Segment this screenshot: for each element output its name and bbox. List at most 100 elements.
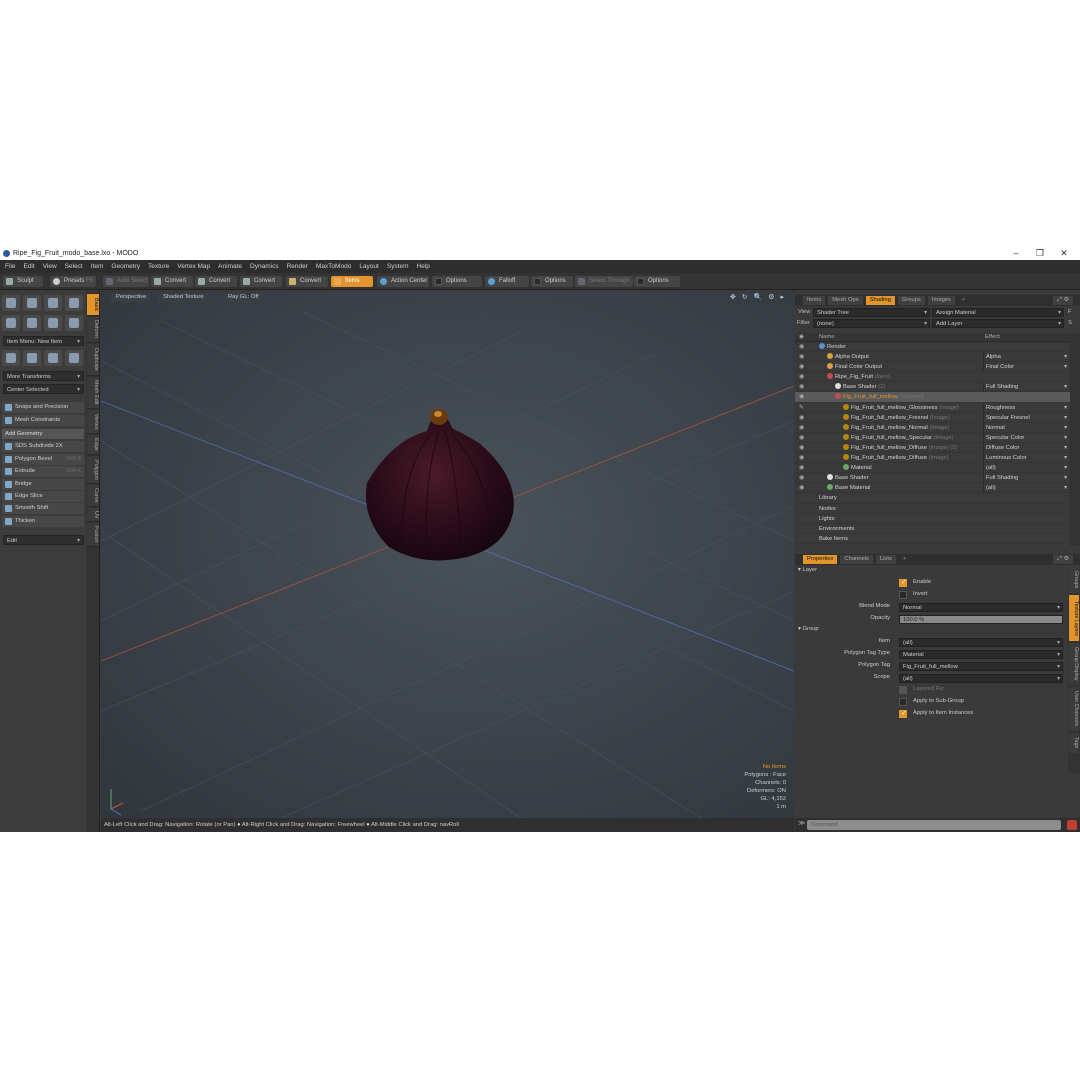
auto-select-button[interactable]: Auto Select	[103, 276, 149, 287]
menu-system[interactable]: System	[387, 263, 409, 270]
tab-mesh-edit[interactable]: Mesh Edit	[87, 377, 99, 409]
mesh-constraints-button[interactable]: Mesh Constraints	[2, 415, 84, 426]
tab-group-display[interactable]: Group Display	[1069, 643, 1079, 685]
tab-duplicate[interactable]: Duplicate	[87, 344, 99, 376]
tab-channels[interactable]: Channels	[840, 555, 873, 564]
visibility-eye-icon[interactable]: ◉	[799, 342, 804, 352]
maximize-button[interactable]: ❐	[1028, 246, 1052, 260]
enable-checkbox[interactable]	[899, 578, 907, 587]
shader-tree-row[interactable]: ◉ Base Shader (2) Full Shading	[795, 382, 1070, 393]
sculpt-button[interactable]: Sculpt	[3, 276, 43, 287]
action-center-button[interactable]: Action Center	[377, 276, 429, 287]
perspective-button[interactable]: Perspective	[111, 293, 152, 302]
add-tab-button[interactable]: +	[958, 296, 969, 305]
visibility-eye-icon[interactable]: ◉	[799, 433, 804, 443]
shader-tree-row[interactable]: ◉ Base Material (all)	[795, 483, 1070, 494]
tab-tags[interactable]: Tags	[1069, 733, 1079, 753]
scale-icon[interactable]	[44, 350, 62, 366]
apply-instances-checkbox[interactable]	[899, 709, 907, 718]
shader-tree-row[interactable]: ◉ Fig_Fruit_full_mellow_Normal (Image) Nor…	[795, 422, 1070, 433]
cube-icon[interactable]	[2, 295, 20, 311]
move-icon[interactable]	[2, 350, 20, 366]
tab-deform[interactable]: Deform	[87, 317, 99, 343]
visibility-eye-icon[interactable]: ◉	[799, 463, 804, 473]
add-tab-button[interactable]: +	[899, 555, 910, 564]
item-menu-dropdown[interactable]: Item Menu: New Item	[3, 336, 84, 347]
tool-thicken[interactable]: Thicken	[2, 516, 84, 527]
layer-effect[interactable]: Luminous Color	[983, 453, 1069, 464]
menu-dynamics[interactable]: Dynamics	[250, 263, 279, 270]
cone-icon[interactable]	[65, 295, 83, 311]
visibility-eye-icon[interactable]: ◉	[799, 423, 804, 433]
scope-dropdown[interactable]: (all)	[899, 674, 1063, 683]
tab-uv[interactable]: UV	[87, 508, 99, 522]
tab-basic[interactable]: Basic	[87, 294, 99, 316]
menu-texture[interactable]: Texture	[148, 263, 169, 270]
tab-shading[interactable]: Shading	[865, 296, 895, 305]
3d-viewport[interactable]: Perspective Shaded Texture Ray GL: Off ✥…	[101, 291, 794, 818]
visibility-eye-icon[interactable]: ◉	[799, 382, 804, 392]
options-button-3[interactable]: Options	[634, 276, 680, 287]
layer-effect[interactable]: Roughness	[983, 402, 1069, 413]
tab-texture-layers[interactable]: Texture Layers	[1069, 595, 1079, 641]
menu-select[interactable]: Select	[65, 263, 83, 270]
options-button-1[interactable]: Options	[432, 276, 482, 287]
sphere-icon[interactable]	[23, 295, 41, 311]
viewport-nav-icons[interactable]: ✥ ↻ 🔍 ⚙ ▸	[730, 293, 786, 301]
group-section-header[interactable]: ▾ Group	[798, 626, 819, 632]
layer-section-header[interactable]: ▾ Layer	[798, 567, 817, 573]
tab-vertex[interactable]: Vertex	[87, 410, 99, 434]
shader-tree-row[interactable]: ◉ Ripe_Fig_Fruit (Item)	[795, 372, 1070, 383]
shader-tree-row[interactable]: Environments	[795, 524, 1070, 534]
snaps-precision-button[interactable]: Snaps and Precision	[2, 402, 84, 413]
wedge-icon[interactable]	[44, 315, 62, 331]
visibility-eye-icon[interactable]: ◉	[799, 362, 804, 372]
panel-options-icon[interactable]: ⤢ ⚙	[1053, 296, 1073, 305]
options-button-2[interactable]: Options	[531, 276, 573, 287]
shader-tree-row[interactable]: ◉ Alpha Output Alpha	[795, 352, 1070, 363]
visibility-eye-icon[interactable]: ◉	[799, 413, 804, 423]
shader-tree-row[interactable]: ◉ Fig_Fruit_full_mellow_Specular (Image) S…	[795, 432, 1070, 443]
add-geometry-section[interactable]: Add Geometry	[2, 429, 84, 439]
shader-tree-row[interactable]: Library	[795, 493, 1070, 504]
shader-tree-row[interactable]: ◉ Fig_Fruit_full_mellow (Material)	[795, 392, 1070, 403]
visibility-eye-icon[interactable]: ◉	[799, 453, 804, 463]
tool-polygon-bevel[interactable]: Polygon Bevel Shift-B	[2, 454, 84, 465]
convert-button-1[interactable]: Convert	[151, 276, 193, 287]
tool-sds-subdivide[interactable]: SDS Subdivide 2X	[2, 441, 84, 452]
blend-mode-dropdown[interactable]: Normal	[899, 603, 1063, 612]
shader-tree-row[interactable]: Lights	[795, 514, 1070, 524]
tab-items[interactable]: Items	[803, 296, 826, 305]
visibility-eye-icon[interactable]: ◉	[799, 483, 804, 493]
menu-render[interactable]: Render	[287, 263, 308, 270]
convert-button-4[interactable]: Convert	[286, 276, 328, 287]
add-layer-dropdown[interactable]: Add Layer	[932, 319, 1064, 328]
tab-lists[interactable]: Lists	[875, 555, 896, 564]
tool-edge-slice[interactable]: Edge Slice	[2, 491, 84, 502]
minimize-button[interactable]: –	[1004, 246, 1028, 260]
presets-button[interactable]: Presets F6	[50, 276, 96, 287]
layer-effect[interactable]: (all)	[983, 463, 1069, 474]
falloff-button[interactable]: Falloff	[485, 276, 529, 287]
tab-fusion[interactable]: Fusion	[87, 523, 99, 547]
more-transforms-dropdown[interactable]: More Transforms	[3, 371, 84, 382]
visibility-eye-icon[interactable]: ◉	[799, 443, 804, 453]
command-input[interactable]: Command	[807, 820, 1061, 830]
visibility-eye-icon[interactable]: ◉	[799, 392, 804, 402]
shader-tree-row[interactable]: ◉ Render	[795, 342, 1070, 353]
tool-bridge[interactable]: Bridge	[2, 479, 84, 490]
shader-tree-row[interactable]: ◉ Fig_Fruit_full_mellow_Diffuse (Image) Lu…	[795, 453, 1070, 464]
menu-edit[interactable]: Edit	[23, 263, 34, 270]
layered-fur-checkbox[interactable]	[899, 686, 907, 694]
text-icon[interactable]	[65, 315, 83, 331]
capsule-icon[interactable]	[23, 315, 41, 331]
close-button[interactable]: ✕	[1052, 246, 1076, 260]
menu-maxtomodo[interactable]: MaxToModo	[316, 263, 351, 270]
layer-effect[interactable]: Normal	[983, 422, 1069, 433]
layer-effect[interactable]: Final Color	[983, 362, 1069, 373]
name-column-header[interactable]: Name	[819, 334, 834, 340]
rotate-icon[interactable]	[23, 350, 41, 366]
torus-icon[interactable]	[2, 315, 20, 331]
shader-tree-row[interactable]: ✎ Fig_Fruit_full_mellow_Glossiness (Image…	[795, 402, 1070, 413]
shader-tree-row[interactable]: ◉ Material (all)	[795, 463, 1070, 474]
